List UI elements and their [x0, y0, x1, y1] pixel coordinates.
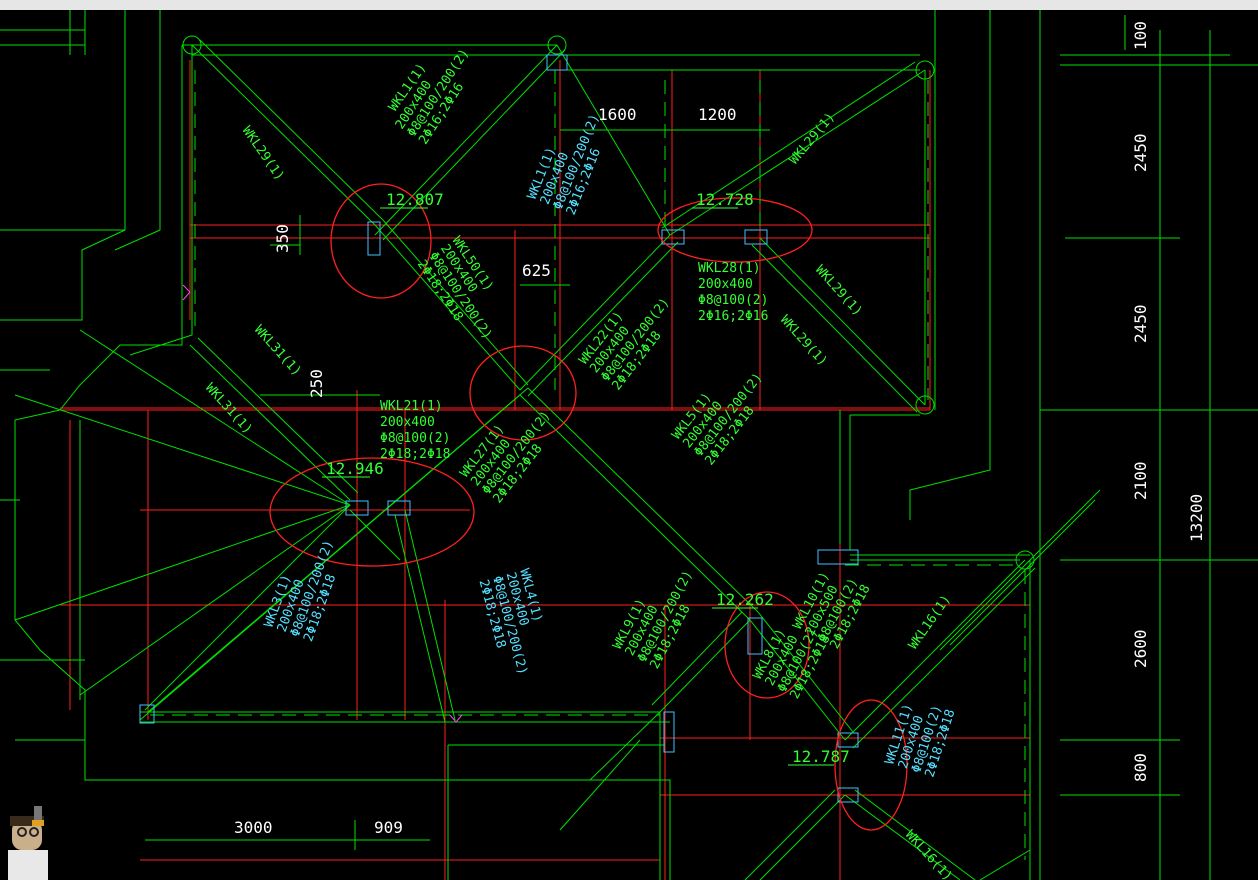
beam-label: WKL29(1) — [787, 110, 839, 168]
beam-annotation: WKL4(1) 200x400 Φ8@100/200(2) 2Φ18;2Φ18 — [476, 567, 545, 676]
beam-label: WKL29(1) — [777, 313, 830, 370]
beam-annotation: WKL50(1) 200x400 Φ8@100/200(2) 2Φ18;2Φ18 — [414, 234, 496, 342]
beam-label: 2Φ18;2Φ18 — [380, 447, 450, 462]
dimension-label: 2600 — [1131, 629, 1150, 668]
elevation-label: 12.728 — [696, 190, 754, 209]
beam-label: WKL21(1) — [380, 399, 443, 414]
dimension-label: 1600 — [598, 105, 637, 124]
avatar[interactable] — [0, 800, 56, 880]
dimension-label: 800 — [1131, 753, 1150, 782]
elevation-label: 12.807 — [386, 190, 444, 209]
beam-label: WKL29(1) — [239, 124, 287, 184]
beam-label: WKL29(1) — [812, 263, 865, 320]
highlight-circles — [269, 183, 908, 831]
dimension-label: 2100 — [1131, 461, 1150, 500]
dimension-label: 1200 — [698, 105, 737, 124]
beam-label: WKL16(1) — [902, 828, 955, 880]
dimension-label: 3000 — [234, 818, 273, 837]
beam-label: 200x400 — [698, 277, 753, 292]
beam-annotation: WKL1(1) 200x400 Φ8@100/200(2) 2Φ16;2Φ16 — [525, 112, 604, 217]
dimension-label: 625 — [522, 261, 551, 280]
dimension-label: 2450 — [1131, 304, 1150, 343]
beam-label: WKL28(1) — [698, 261, 761, 276]
green-structure-lines — [0, 10, 1258, 880]
beam-annotation: WKL9(1) 200x400 Φ8@100/200(2) 2Φ18;2Φ18 — [610, 568, 696, 671]
beam-label: 2Φ16;2Φ16 — [698, 309, 768, 324]
beam-annotation: WKL5(1) 200x400 Φ8@100/200(2) 2Φ18;2Φ18 — [669, 370, 766, 468]
elevation-label: 12.787 — [792, 747, 850, 766]
beam-label: Φ8@100(2) — [698, 293, 768, 308]
beam-annotation: WKL22(1) 200x400 Φ8@100/200(2) 2Φ18;2Φ18 — [576, 295, 673, 393]
beam-label: WKL31(1) — [202, 381, 255, 438]
beam-label: WKL31(1) — [251, 323, 304, 380]
beam-annotation: WKL21(1) 200x400 Φ8@100(2) 2Φ18;2Φ18 — [380, 399, 450, 462]
cad-drawing-canvas[interactable]: 12.807 12.728 12.946 12.262 12.787 1600 … — [0, 10, 1258, 880]
dimension-label: 350 — [273, 224, 292, 253]
magenta-markers — [182, 284, 463, 723]
window-top-bar — [0, 0, 1258, 10]
dimension-label: 100 — [1131, 21, 1150, 50]
dimension-label: 909 — [374, 818, 403, 837]
beam-label: Φ8@100(2) — [380, 431, 450, 446]
elevation-label: 12.946 — [326, 459, 384, 478]
elevation-label: 12.262 — [716, 590, 774, 609]
dimension-label: 13200 — [1187, 494, 1206, 542]
beam-annotation: WKL28(1) 200x400 Φ8@100(2) 2Φ16;2Φ16 — [698, 261, 768, 324]
dimension-label: 2450 — [1131, 133, 1150, 172]
dimension-label: 250 — [307, 369, 326, 398]
beam-annotation: WKL3(1) 200x400 Φ8@100/200(2) 2Φ18;2Φ18 — [262, 538, 340, 644]
beam-label: 200x400 — [380, 415, 435, 430]
